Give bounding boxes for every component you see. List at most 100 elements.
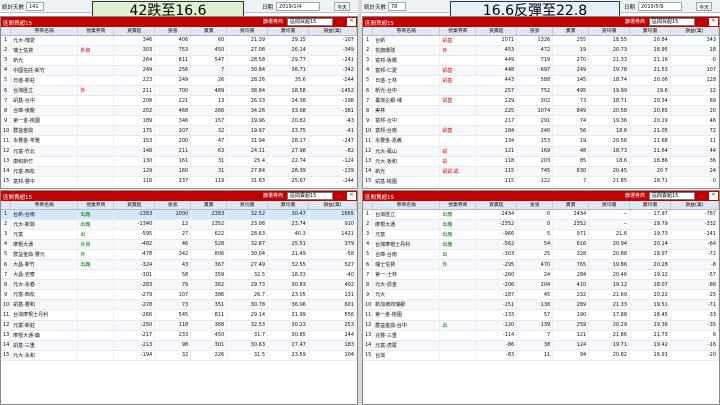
column-header[interactable]: 損益(萬) (308, 201, 358, 210)
table-row[interactable]: 2 瑞士信貸 外資 303 753 450 27.08 26.14 -349 (1, 45, 358, 56)
close-icon[interactable]: ✕ (347, 192, 356, 200)
column-header[interactable]: 買均價 (588, 27, 631, 36)
table-row[interactable]: 4 中國信託-新竹 249 256 7 30.84 36.71 -342 (1, 65, 358, 76)
table-row[interactable]: 11 永豐金-苓雅 153 200 47 31.94 28.17 -247 (1, 135, 358, 147)
table-row[interactable]: 15 富邦-豐中 118 237 119 31.63 25.67 -244 (1, 176, 358, 187)
table-row[interactable]: 11 台灣摩根士丹利 -266 545 811 29.14 31.99 556 (1, 309, 358, 321)
table-row[interactable]: 1 台新-台南 出廠 -1383 1000 2383 32.52 30.47 1665 (1, 209, 358, 220)
days-input[interactable]: 141 (26, 2, 44, 11)
table-row[interactable]: 13 康和新竹 130 161 31 25.4 22.74 -124 (1, 156, 358, 167)
column-header[interactable]: 買賣超 (475, 27, 518, 36)
column-header[interactable]: 買賣超 (113, 201, 156, 210)
table-row[interactable]: 4 台灣摩根士丹利 出廠 -562 54 616 20.94 20.14 -64 (363, 239, 720, 250)
close-icon[interactable]: ✕ (347, 18, 356, 26)
column-header[interactable]: 券商名稱 (372, 27, 441, 36)
column-header[interactable]: 損益(萬) (670, 27, 720, 36)
column-header[interactable]: 券商名稱 (10, 201, 79, 210)
table-row[interactable]: 8 美林 225 1074 849 20.58 20.65 20 (363, 105, 720, 117)
table-row[interactable]: 9 第一金-桃園 189 346 157 19.96 20.82 -43 (1, 115, 358, 127)
table-row[interactable]: 6 台灣匯立外 211 700 489 38.84 18.58 -1452 (1, 85, 358, 97)
column-header[interactable]: 賣均價 (267, 27, 309, 36)
table-row[interactable]: 3 元富 出廠 -966 5 971 21.6 19.73 -141 (363, 229, 720, 240)
column-header[interactable]: 營業券商 (439, 27, 477, 36)
range-select[interactable]: 區間買超15 (649, 18, 695, 26)
table-row[interactable]: 10 富邦-台南 凱基 184 240 56 18.6 21.05 72 (363, 125, 720, 137)
table-row[interactable]: 2 元大-新興 出廠 -1340 12 1352 23.08 23.74 910 (1, 219, 358, 230)
table-row[interactable]: 2 摩根大通 出廠 -2352 0 2352 -- 19.79 -332 (363, 219, 720, 230)
table-row[interactable]: 3 富邦-板橋 449 719 270 21.33 21.16 -0 (363, 55, 720, 66)
range-select[interactable]: 區間買超15 (287, 18, 333, 26)
column-header[interactable]: 賣均價 (267, 201, 309, 210)
table-row[interactable]: 12 群益金鼎-台中出 -120 139 259 20.29 19.36 -35 (363, 320, 720, 331)
table-row[interactable]: 3 元富出 -595 27 622 28.63 40.3 1421 (1, 229, 358, 240)
table-row[interactable]: 11 第一金-桃園 -133 57 190 17.88 18.45 -33 (363, 309, 720, 321)
table-row[interactable]: 9 富邦-台中 217 291 74 19.36 20.19 46 (363, 115, 720, 127)
table-row[interactable]: 15 台灣 -83 11 94 20.82 18.91 -20 (363, 350, 720, 361)
date-input[interactable]: 2019/5/9 (638, 2, 682, 11)
table-row[interactable]: 11 永豐金-嘉義 134 153 19 20.56 21.68 11 (363, 135, 720, 147)
column-header[interactable]: 券商名稱 (372, 201, 441, 210)
table-row[interactable]: 5 合庫-台南出 -303 25 328 20.88 18.97 -72 (363, 249, 720, 260)
column-header[interactable]: 買均價 (226, 201, 269, 210)
column-header[interactable]: 賣賣 (190, 27, 228, 36)
column-header[interactable]: 營業券商 (439, 201, 477, 210)
column-header[interactable]: 營業券商 (77, 27, 115, 36)
column-header[interactable]: 賣賣 (552, 27, 590, 36)
table-row[interactable]: 9 元富-西松 -279 107 386 26.7 23.05 131 (1, 289, 358, 301)
days-input[interactable]: 78 (388, 2, 406, 11)
table-row[interactable]: 8 合庫-後龍 202 468 266 34.26 33.08 -381 (1, 105, 358, 117)
column-header[interactable]: 賣均價 (629, 27, 671, 36)
range-select[interactable]: 區間賣超15 (649, 192, 695, 200)
column-header[interactable] (1, 27, 12, 36)
column-header[interactable] (363, 27, 374, 36)
table-row[interactable]: 12 元大-鳳山凱 121 169 48 18.73 21.64 44 (363, 146, 720, 157)
close-icon[interactable]: ✕ (709, 18, 718, 26)
table-row[interactable]: 12 元富-新莊 -250 118 368 32.53 30.23 253 (1, 320, 358, 331)
table-row[interactable]: 10 凱基-豐和 -278 73 351 30.78 36.96 601 (1, 299, 358, 311)
column-header[interactable]: 買賣超 (475, 201, 518, 210)
table-row[interactable]: 14 凱基-三重 -213 98 301 30.63 27.47 183 (1, 340, 358, 351)
column-header[interactable]: 買均價 (588, 201, 631, 210)
table-row[interactable]: 13 摩根大通-鎮 -217 233 450 31.7 30.85 244 (1, 330, 358, 341)
table-row[interactable]: 2 花旗環球外 453 472 19 20.73 18.95 18 (363, 45, 720, 56)
table-row[interactable]: 14 新光 凱凱,凱 115 745 630 20.45 20.7 24 (363, 166, 720, 177)
column-header[interactable]: 券商名稱 (10, 27, 79, 36)
table-row[interactable]: 8 元大-前金 -206 204 410 19.12 18.07 -86 (363, 279, 720, 291)
table-row[interactable]: 12 元富-竹北 148 211 63 24.11 27.98 -82 (1, 146, 358, 157)
table-row[interactable]: 6 新光-台中 257 752 495 19.99 19.6 12 (363, 85, 720, 97)
column-header[interactable]: 張張 (154, 27, 192, 36)
table-row[interactable]: 1 台新 凱基 1071 1326 255 18.55 20.84 343 (363, 35, 720, 46)
table-row[interactable]: 15 凱基-桃園 115 122 7 21.85 18.71 -0 (363, 176, 720, 187)
table-row[interactable]: 1 元大-博愛 346 406 60 21.39 29.15 -107 (1, 35, 358, 46)
table-row[interactable]: 14 元富-西松 129 160 31 27.84 28.39 -139 (1, 166, 358, 177)
table-row[interactable]: 14 元富-虎尾 -86 38 124 19.71 19.42 -16 (363, 340, 720, 351)
table-row[interactable]: 4 富邦-仁愛 凱基 448 697 249 19.78 21.53 107 (363, 65, 720, 76)
table-row[interactable]: 1 台灣匯立 出廠 -2434 0 2434 -- 17.97 -787 (363, 209, 720, 220)
column-header[interactable] (1, 201, 12, 210)
table-row[interactable]: 10 新加坡商瑞銀 -151 138 289 21.33 19.51 -71 (363, 299, 720, 311)
table-row[interactable]: 10 群益金鼎 175 207 32 19.97 23.75 -41 (1, 125, 358, 137)
column-header[interactable]: 賣賣 (552, 201, 590, 210)
table-row[interactable]: 15 元大-永和 -194 32 226 31.5 23.59 104 (1, 350, 358, 361)
column-header[interactable]: 損益(萬) (308, 27, 358, 36)
column-header[interactable]: 張張 (516, 27, 554, 36)
table-row[interactable]: 3 新光 264 811 547 28.58 29.77 -241 (1, 55, 358, 66)
table-row[interactable]: 7 第一-士林 -260 24 284 20.46 19.12 -57 (363, 269, 720, 281)
table-row[interactable]: 13 兆豐-三重 -114 7 121 21.86 21.73 6 (363, 330, 720, 341)
table-row[interactable]: 5 日盛-士林 凱基 443 588 145 18.74 20.06 128 (363, 75, 720, 86)
table-row[interactable]: 13 元大-板和凱 118 203 85 18.6 18.86 36 (363, 156, 720, 167)
today-button[interactable]: 今天 (334, 2, 351, 11)
table-row[interactable]: 7 大昌-岩寮 -301 58 359 32.5 18.33 -40 (1, 269, 358, 281)
column-header[interactable]: 買均價 (226, 27, 269, 36)
today-button[interactable]: 今天 (696, 2, 713, 11)
column-header[interactable]: 張張 (516, 201, 554, 210)
column-header[interactable]: 營業券商 (77, 201, 115, 210)
table-row[interactable]: 5 群益金鼎-豐元外 -478 342 806 30.04 21.49 -58 (1, 249, 358, 260)
column-header[interactable] (363, 201, 374, 210)
table-row[interactable]: 5 日盛-新莊 223 249 26 28.26 35.6 -244 (1, 75, 358, 86)
column-header[interactable]: 損益(萬) (670, 201, 720, 210)
column-header[interactable]: 賣賣 (190, 201, 228, 210)
table-row[interactable]: 4 摩根大通 外資 -482 46 528 32.87 25.51 379 (1, 239, 358, 250)
table-row[interactable]: 9 元大 -187 45 232 21.69 20.22 -25 (363, 289, 720, 301)
table-row[interactable]: 7 臺灣企銀-埔 凱基 229 302 73 18.71 20.34 69 (363, 95, 720, 107)
